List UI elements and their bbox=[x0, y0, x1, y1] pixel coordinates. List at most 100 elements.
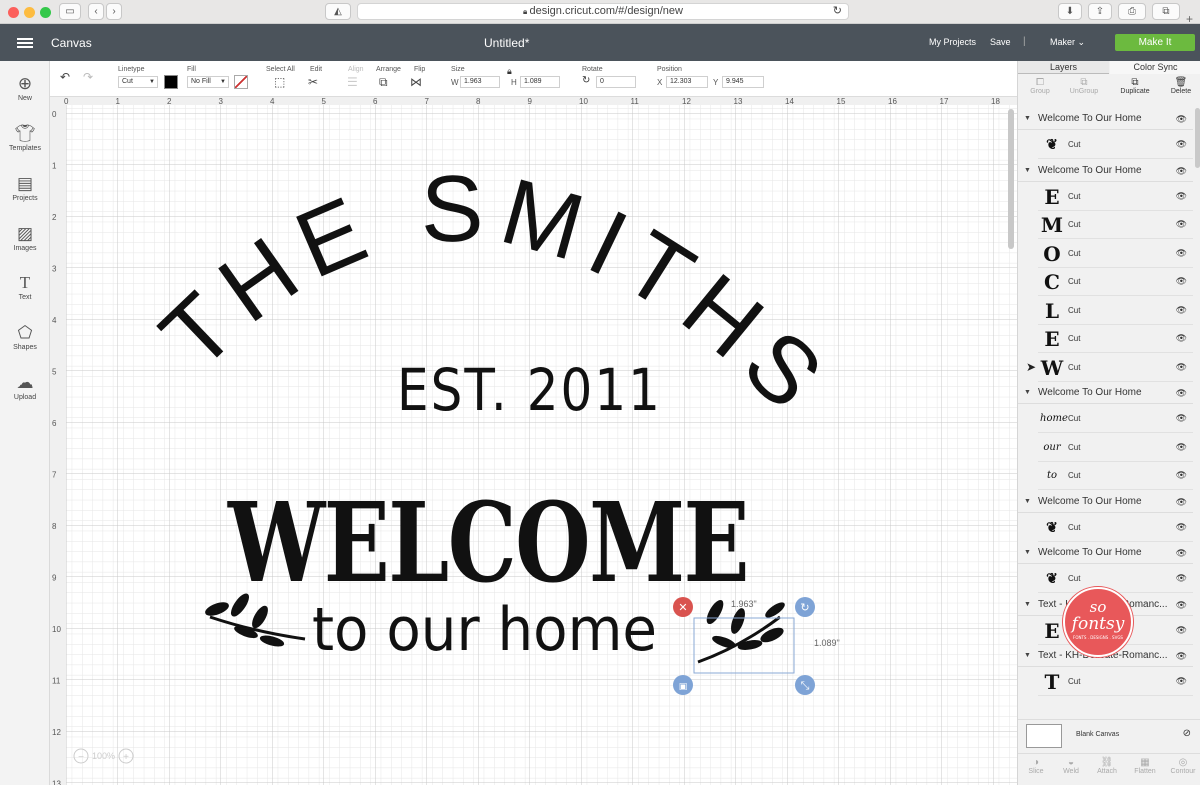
welcome-text[interactable]: WELCOME bbox=[227, 478, 750, 607]
eye-icon[interactable]: 👁︎ bbox=[1176, 382, 1187, 404]
eye-icon[interactable]: 👁︎ bbox=[1176, 413, 1187, 424]
fill-select[interactable]: No Fill ▼ bbox=[187, 76, 229, 88]
eye-icon[interactable]: 👁︎ bbox=[1176, 305, 1187, 316]
scale-handle[interactable]: ⤡ bbox=[795, 675, 815, 695]
eye-icon[interactable]: 👁︎ bbox=[1176, 625, 1187, 636]
rotate-handle[interactable]: ↻ bbox=[795, 597, 815, 617]
layer-item[interactable]: ❦ Cut 👁︎ bbox=[1038, 513, 1193, 542]
layer-item[interactable]: E Cut 👁︎ bbox=[1038, 325, 1193, 353]
layer-item[interactable]: ❦ Cut 👁︎ bbox=[1038, 131, 1193, 159]
layer-item[interactable]: O Cut 👁︎ bbox=[1038, 239, 1193, 268]
layer-item[interactable]: to Cut 👁︎ bbox=[1038, 462, 1193, 490]
rotate-input[interactable]: 0 bbox=[596, 76, 636, 88]
undo-icon[interactable]: ↶ bbox=[60, 71, 70, 83]
duplicate-button[interactable]: ⧉ Duplicate bbox=[1114, 77, 1156, 95]
eye-icon[interactable]: 👁︎ bbox=[1176, 276, 1187, 287]
layer-item[interactable]: C Cut 👁︎ bbox=[1038, 268, 1193, 296]
flip-icon[interactable]: ⋈ bbox=[410, 76, 422, 88]
eye-hidden-icon[interactable]: ⊘ bbox=[1183, 728, 1191, 739]
tabs-overview-icon[interactable]: ⧉ bbox=[1152, 3, 1180, 20]
align-icon[interactable]: ☰ bbox=[347, 76, 358, 88]
collapse-arrow-icon[interactable]: ▼ bbox=[1024, 160, 1031, 182]
lock-handle[interactable]: ▣ bbox=[673, 675, 693, 695]
nav-templates[interactable]: 👕︎ Templates bbox=[0, 121, 50, 167]
select-all-icon[interactable]: ⬚ bbox=[274, 76, 285, 88]
contour-button[interactable]: ◎ Contour bbox=[1166, 757, 1200, 775]
eye-icon[interactable]: 👁︎ bbox=[1176, 542, 1187, 564]
y-position-input[interactable]: 9.945 bbox=[722, 76, 764, 88]
print-icon[interactable]: ⎙ bbox=[1118, 3, 1146, 20]
tab-color-sync[interactable]: Color Sync bbox=[1110, 61, 1200, 74]
reload-icon[interactable]: ↻ bbox=[833, 4, 842, 19]
collapse-arrow-icon[interactable]: ▼ bbox=[1024, 382, 1031, 404]
back-icon[interactable]: ‹ bbox=[88, 3, 104, 20]
x-position-input[interactable]: 12.303 bbox=[666, 76, 708, 88]
eye-icon[interactable]: 👁︎ bbox=[1176, 160, 1187, 182]
lock-ratio-icon[interactable]: 🔒︎ bbox=[507, 66, 512, 77]
layer-group[interactable]: ▼ Welcome To Our Home 👁︎ bbox=[1018, 159, 1193, 182]
layer-group[interactable]: ▼ Welcome To Our Home 👁︎ bbox=[1018, 542, 1193, 564]
layer-item[interactable]: W Cut 👁︎ bbox=[1038, 353, 1193, 382]
edit-tools-icon[interactable]: ✂ bbox=[308, 76, 318, 88]
eye-icon[interactable]: 👁︎ bbox=[1176, 594, 1187, 616]
share-icon[interactable]: ⇪ bbox=[1088, 3, 1112, 20]
machine-select[interactable]: Maker ⌄ bbox=[1050, 37, 1085, 48]
delete-button[interactable]: 🗑︎ Delete bbox=[1164, 77, 1198, 95]
new-tab-icon[interactable]: + bbox=[1186, 13, 1193, 25]
design-canvas[interactable]: 0 1 2 3 4 5 6 7 8 9 10 11 12 13 14 15 16 17 18 01234567891… bbox=[50, 97, 1017, 785]
vertical-scrollbar[interactable] bbox=[1008, 109, 1014, 249]
eye-icon[interactable]: 👁︎ bbox=[1176, 362, 1187, 373]
layer-item[interactable]: ❦ Cut 👁︎ bbox=[1038, 565, 1193, 593]
collapse-arrow-icon[interactable]: ▼ bbox=[1024, 594, 1031, 616]
linetype-select[interactable]: Cut ▼ bbox=[118, 76, 158, 88]
tab-layers[interactable]: Layers bbox=[1018, 61, 1109, 74]
my-projects-link[interactable]: My Projects bbox=[929, 37, 976, 47]
minimize-window-icon[interactable] bbox=[24, 7, 35, 18]
layer-group[interactable]: ▼ Welcome To Our Home 👁︎ bbox=[1018, 382, 1193, 404]
nav-upload[interactable]: ☁ Upload bbox=[0, 370, 50, 416]
layer-group[interactable]: ▼ Welcome To Our Home 👁︎ bbox=[1018, 108, 1193, 130]
panel-scrollbar[interactable] bbox=[1195, 108, 1200, 168]
collapse-arrow-icon[interactable]: ▼ bbox=[1024, 491, 1031, 513]
est-text[interactable]: EST. 2011 bbox=[397, 356, 662, 423]
collapse-arrow-icon[interactable]: ▼ bbox=[1024, 542, 1031, 564]
no-fill-swatch-icon[interactable] bbox=[234, 75, 248, 89]
eye-icon[interactable]: 👁︎ bbox=[1176, 442, 1187, 453]
redo-icon[interactable]: ↷ bbox=[83, 71, 93, 83]
make-it-button[interactable]: Make It bbox=[1115, 34, 1195, 51]
document-title[interactable]: Untitled* bbox=[484, 36, 529, 50]
layer-item[interactable]: our Cut 👁︎ bbox=[1038, 433, 1193, 462]
nav-shapes[interactable]: ⬠ Shapes bbox=[0, 320, 50, 366]
linetype-color-swatch[interactable] bbox=[164, 75, 178, 89]
collapse-arrow-icon[interactable]: ▼ bbox=[1024, 108, 1031, 130]
nav-text[interactable]: T Text bbox=[0, 270, 50, 316]
eye-icon[interactable]: 👁︎ bbox=[1176, 248, 1187, 259]
eye-icon[interactable]: 👁︎ bbox=[1176, 191, 1187, 202]
eye-icon[interactable]: 👁︎ bbox=[1176, 522, 1187, 533]
layer-item[interactable]: L Cut 👁︎ bbox=[1038, 296, 1193, 325]
download-icon[interactable]: ⬇ bbox=[1058, 3, 1082, 20]
group-button[interactable]: ⧠ Group bbox=[1022, 77, 1058, 95]
eye-icon[interactable]: 👁︎ bbox=[1176, 108, 1187, 130]
eye-icon[interactable]: 👁︎ bbox=[1176, 645, 1187, 667]
save-button[interactable]: Save bbox=[990, 37, 1011, 47]
ungroup-button[interactable]: ⧉ UnGroup bbox=[1064, 77, 1104, 95]
width-input[interactable]: 1.963 bbox=[460, 76, 500, 88]
nav-new[interactable]: ⊕ New bbox=[0, 71, 50, 117]
eye-icon[interactable]: 👁︎ bbox=[1176, 470, 1187, 481]
nav-projects[interactable]: ▤ Projects bbox=[0, 171, 50, 217]
cricut-tab-icon[interactable]: ◭ bbox=[325, 3, 351, 20]
collapse-arrow-icon[interactable]: ▼ bbox=[1024, 645, 1031, 667]
layer-group[interactable]: ▼ Welcome To Our Home 👁︎ bbox=[1018, 490, 1193, 513]
eye-icon[interactable]: 👁︎ bbox=[1176, 139, 1187, 150]
layer-item[interactable]: E Cut 👁︎ bbox=[1038, 182, 1193, 211]
delete-handle[interactable]: ✕ bbox=[673, 597, 693, 617]
flatten-button[interactable]: ▦ Flatten bbox=[1128, 757, 1162, 775]
layer-item[interactable]: M Cut 👁︎ bbox=[1038, 211, 1193, 239]
address-bar[interactable]: 🔒︎ design.cricut.com/#/design/new ↻ bbox=[357, 3, 849, 20]
arrange-icon[interactable]: ⧉ bbox=[379, 76, 388, 88]
height-input[interactable]: 1.089 bbox=[520, 76, 560, 88]
forward-icon[interactable]: › bbox=[106, 3, 122, 20]
to-our-home-text[interactable]: to our home bbox=[312, 595, 657, 665]
layer-item[interactable]: home Cut 👁︎ bbox=[1038, 405, 1193, 433]
